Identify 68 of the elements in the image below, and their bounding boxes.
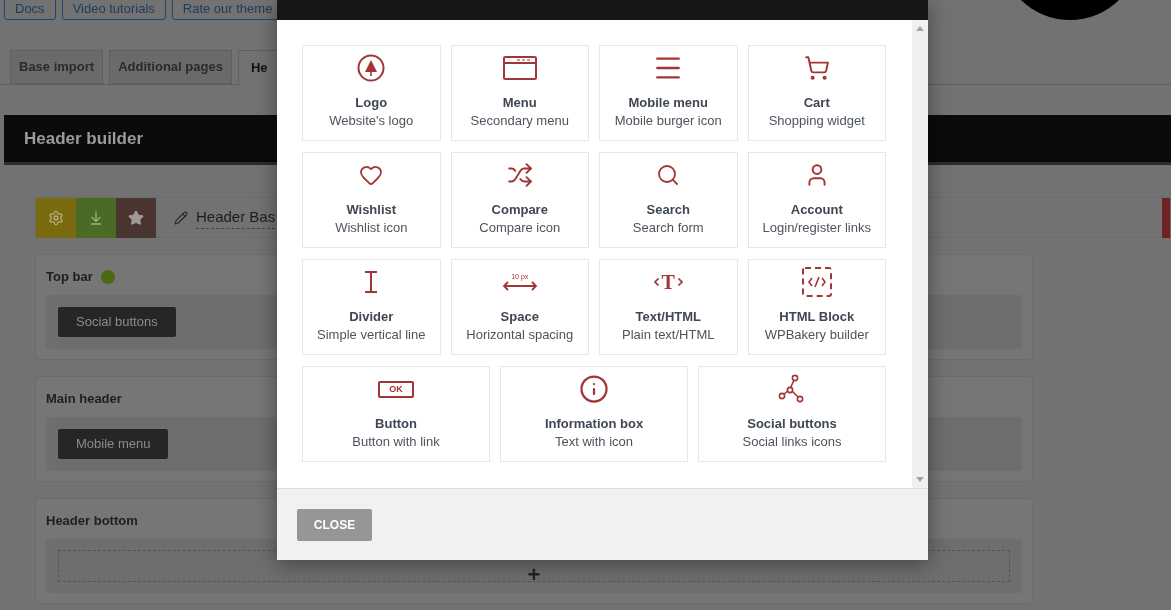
element-description: Search form [632,219,704,237]
gear-icon [48,209,64,226]
element-description: Horizontal spacing [466,326,574,344]
element-card[interactable]: Account Login/register links [747,152,886,248]
element-title: Space [500,308,539,326]
element-description: Mobile burger icon [614,112,722,130]
code-block-icon [801,267,832,297]
element-card[interactable]: Cart Shopping widget [747,45,886,141]
element-description: Button with link [352,433,440,451]
panel-title: Header builder [24,127,144,150]
element-description: Login/register links [762,219,871,237]
element-description: Simple vertical line [317,326,426,344]
element-title: Cart [803,94,830,112]
element-title: Button [375,415,417,433]
settings-button[interactable] [36,197,76,238]
element-description: WPBakery builder [764,326,869,344]
element-title: Compare [491,201,548,219]
pencil-icon [174,210,188,225]
element-title: Social buttons [747,415,837,433]
element-title: Search [646,201,690,219]
scrollbar[interactable] [912,20,928,488]
import-button[interactable] [76,197,116,238]
element-description: Secondary menu [470,112,569,130]
element-title: Divider [349,308,394,326]
element-title: Text/HTML [635,308,701,326]
section-title: Top bar [46,268,93,287]
vertical-line-icon [364,271,379,293]
element-card[interactable]: OK Button Button with link [302,366,490,462]
element-card[interactable]: T Text/HTML Plain text/HTML [599,259,738,355]
element-chip[interactable]: Social buttons [58,307,176,337]
heart-icon [359,163,384,187]
element-card[interactable]: Social buttons Social links icons [698,366,886,462]
element-card[interactable]: Menu Secondary menu [450,45,589,141]
element-description: Shopping widget [768,112,865,130]
element-card[interactable]: Logo Website's logo [302,45,441,141]
download-icon [88,209,104,226]
element-description: Wishlist icon [335,219,408,237]
element-chip[interactable]: Mobile menu [58,429,169,459]
element-card[interactable]: Compare Compare icon [450,152,589,248]
browser-window-icon [502,56,537,80]
star-icon [128,209,144,226]
element-title: Logo [355,94,388,112]
favorite-button[interactable] [116,197,156,238]
element-description: Plain text/HTML [622,326,715,344]
element-card[interactable]: HTML Block WPBakery builder [747,259,886,355]
element-description: Compare icon [479,219,561,237]
element-title: Wishlist [346,201,397,219]
element-title: HTML Block [779,308,855,326]
element-card[interactable]: Search Search form [599,152,738,248]
section-title: Header bottom [46,512,138,531]
section-title: Main header [46,390,122,409]
element-title: Information box [544,415,644,433]
element-description: Social links icons [742,433,842,451]
element-card[interactable]: Information box Text with icon [500,366,688,462]
element-card[interactable]: Mobile menu Mobile burger icon [599,45,738,141]
shuffle-icon [506,162,533,188]
element-title: Menu [502,94,537,112]
element-title: Mobile menu [628,94,708,112]
tree-in-circle-icon [357,54,386,82]
ok-button-icon: OK [378,380,414,398]
info-icon [579,374,609,404]
element-title: Account [790,201,843,219]
search-icon [656,163,681,187]
element-description: Website's logo [329,112,414,130]
element-description: Text with icon [554,433,633,451]
element-card[interactable]: Wishlist Wishlist icon [302,152,441,248]
cart-icon [803,55,830,81]
element-card[interactable]: Divider Simple vertical line [302,259,441,355]
